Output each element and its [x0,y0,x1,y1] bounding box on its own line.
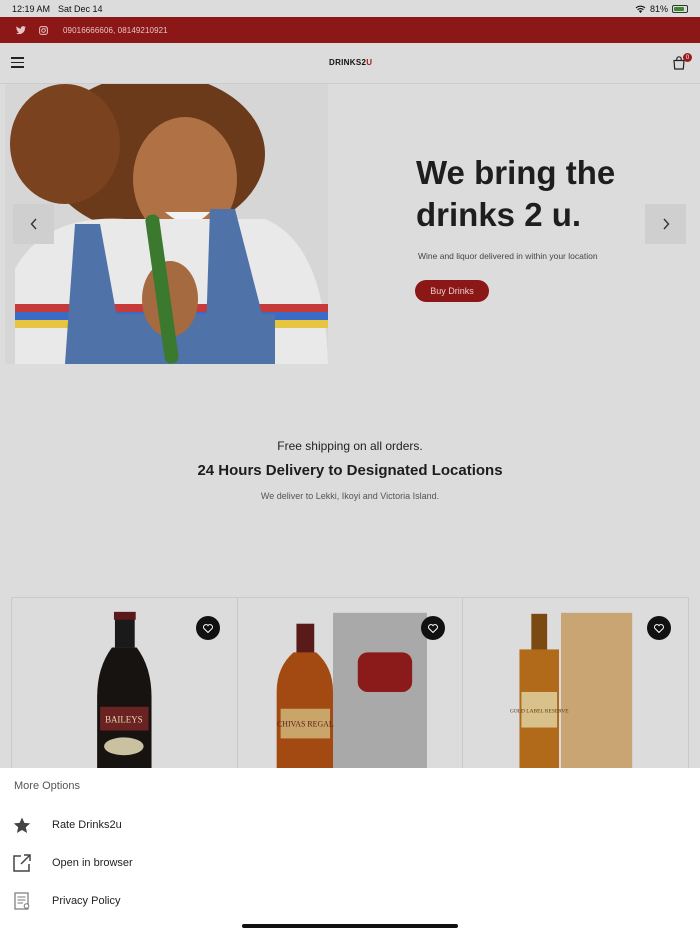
cart-count-badge: 0 [683,53,692,62]
rate-app-option[interactable]: Rate Drinks2u [0,807,700,843]
slider-prev-button[interactable] [13,204,54,244]
open-external-icon [13,854,31,872]
chevron-left-icon [30,218,37,230]
star-icon [13,816,31,834]
status-time: 12:19 AM [12,3,51,14]
hero-subtitle: Wine and liquor delivered in within your… [418,251,598,261]
status-bar: 12:19 AM Sat Dec 14 81% [0,0,700,17]
more-options-sheet: More Options Rate Drinks2u Open in brows… [0,768,700,934]
logo-text: DRINKS2 [329,58,367,67]
product-grid: BAILEYS CHIVAS REGAL GOLD LABEL RESERVE [11,597,690,768]
delivery-locations: We deliver to Lekki, Ikoyi and Victoria … [260,491,440,501]
wishlist-heart-icon[interactable] [647,616,672,640]
hero-title: We bring the drinks 2 u. [416,154,616,233]
contact-phones[interactable]: 09016666606, 08149210921 [63,26,168,35]
option-label: Rate Drinks2u [52,819,122,831]
product-card[interactable]: GOLD LABEL RESERVE [463,597,690,768]
privacy-policy-option[interactable]: Privacy Policy [0,883,700,919]
shipping-text: Free shipping on all orders. [277,439,423,453]
open-in-browser-option[interactable]: Open in browser [0,845,700,881]
instagram-icon[interactable] [37,24,49,36]
option-label: Privacy Policy [52,895,121,907]
site-logo[interactable]: DRINKS2U [329,58,372,67]
wishlist-heart-icon[interactable] [195,616,220,640]
option-label: Open in browser [52,857,133,869]
site-header: DRINKS2U 0 [0,43,700,84]
home-indicator[interactable] [242,924,458,928]
logo-accent: U [366,58,373,67]
svg-text:CHIVAS REGAL: CHIVAS REGAL [277,720,334,729]
document-icon [13,892,31,910]
battery-percent: 81% [649,3,668,14]
battery-icon [672,4,688,13]
status-date: Sat Dec 14 [58,3,103,14]
product-card[interactable]: CHIVAS REGAL [237,597,464,768]
contact-strip: 09016666606, 08149210921 [0,17,700,43]
product-card[interactable]: BAILEYS [11,597,238,768]
svg-text:GOLD LABEL RESERVE: GOLD LABEL RESERVE [510,709,569,715]
hero-banner: We bring the drinks 2 u. Wine and liquor… [0,84,700,364]
wifi-icon [635,5,646,13]
page-content: We bring the drinks 2 u. Wine and liquor… [0,84,700,768]
menu-icon[interactable] [11,57,24,68]
twitter-icon[interactable] [15,24,27,36]
buy-drinks-button[interactable]: Buy Drinks [415,280,489,302]
sheet-title: More Options [14,780,81,792]
svg-text:BAILEYS: BAILEYS [105,715,143,725]
delivery-heading: 24 Hours Delivery to Designated Location… [197,462,503,479]
